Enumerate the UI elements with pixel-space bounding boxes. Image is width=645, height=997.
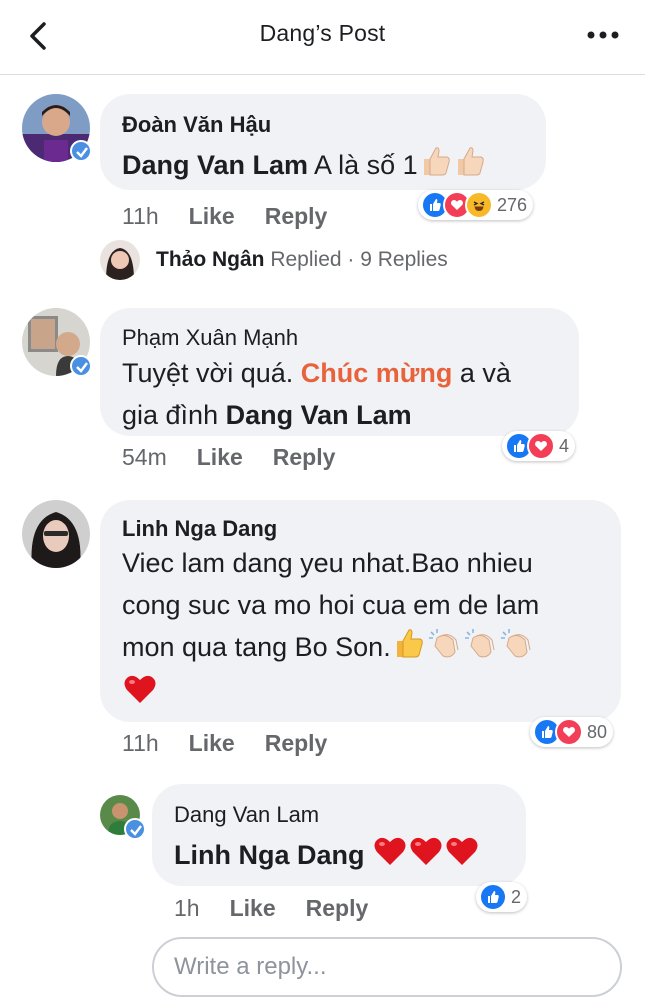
- comment-meta: 11h Like Reply: [122, 730, 327, 757]
- haha-reaction-icon: [465, 191, 493, 219]
- mention-tag[interactable]: Dang Van Lam: [122, 150, 308, 180]
- post-header: Dang’s Post: [0, 0, 645, 75]
- thumbs-up-emoji: [391, 626, 425, 672]
- like-button[interactable]: Like: [197, 444, 243, 470]
- heart-emoji: [122, 672, 158, 718]
- comment-author[interactable]: Phạm Xuân Mạnh: [122, 325, 298, 351]
- more-dots-icon[interactable]: [585, 22, 621, 48]
- timestamp: 11h: [122, 203, 159, 229]
- comment-text: Linh Nga Dang: [174, 834, 480, 880]
- comment-text: Tuyệt vời quá. Chúc mừng a và gia đình D…: [122, 358, 511, 430]
- reply-button[interactable]: Reply: [265, 730, 328, 756]
- thumbs-up-emoji: [452, 144, 486, 190]
- clapping-hands-emoji: [497, 626, 533, 672]
- reply-button[interactable]: Reply: [306, 895, 369, 921]
- reaction-summary[interactable]: 2: [476, 882, 528, 912]
- comment-author[interactable]: Đoàn Văn Hậu: [122, 112, 271, 138]
- avatar[interactable]: [22, 500, 90, 568]
- reaction-count: 4: [559, 435, 570, 456]
- page-title: Dang’s Post: [259, 20, 386, 46]
- avatar[interactable]: [100, 240, 140, 280]
- reply-input-placeholder: Write a reply...: [174, 953, 327, 980]
- thumbs-up-emoji: [418, 144, 452, 190]
- reaction-summary[interactable]: 276: [418, 190, 534, 220]
- heart-emoji: [408, 834, 444, 880]
- heart-emoji: [372, 834, 408, 880]
- reaction-count: 80: [587, 721, 608, 742]
- reaction-summary[interactable]: 4: [502, 431, 576, 461]
- mention-tag[interactable]: Linh Nga Dang: [174, 840, 365, 870]
- clapping-hands-emoji: [461, 626, 497, 672]
- verified-badge-icon: [124, 818, 146, 840]
- comment-meta: 1h Like Reply: [174, 895, 368, 922]
- timestamp: 1h: [174, 895, 200, 921]
- reply-input[interactable]: Write a reply...: [152, 937, 622, 997]
- love-reaction-icon: [555, 718, 583, 746]
- comment-meta: 11h Like Reply: [122, 203, 327, 230]
- reply-button[interactable]: Reply: [273, 444, 336, 470]
- verified-badge-icon: [70, 355, 92, 377]
- love-reaction-icon: [527, 432, 555, 460]
- replies-link[interactable]: Thảo Ngân Replied · 9 Replies: [156, 248, 448, 272]
- like-button[interactable]: Like: [189, 730, 235, 756]
- comment-author[interactable]: Dang Van Lam: [174, 802, 319, 828]
- comment-text: Dang Van Lam A là số 1: [122, 144, 486, 190]
- heart-emoji: [444, 834, 480, 880]
- reply-button[interactable]: Reply: [265, 203, 328, 229]
- reaction-count: 276: [497, 194, 528, 215]
- reaction-summary[interactable]: 80: [530, 717, 614, 747]
- comment-author[interactable]: Linh Nga Dang: [122, 516, 277, 542]
- verified-badge-icon: [70, 140, 92, 162]
- like-button[interactable]: Like: [189, 203, 235, 229]
- timestamp: 11h: [122, 730, 159, 756]
- timestamp: 54m: [122, 444, 167, 470]
- highlight-tag[interactable]: Chúc mừng: [301, 358, 453, 388]
- reaction-count: 2: [511, 886, 522, 907]
- comment-meta: 54m Like Reply: [122, 444, 335, 471]
- like-reaction-icon: [479, 883, 507, 911]
- comment-text: Viec lam dang yeu nhat.Bao nhieu cong su…: [122, 542, 539, 718]
- like-button[interactable]: Like: [230, 895, 276, 921]
- mention-tag[interactable]: Dang Van Lam: [226, 400, 412, 430]
- clapping-hands-emoji: [425, 626, 461, 672]
